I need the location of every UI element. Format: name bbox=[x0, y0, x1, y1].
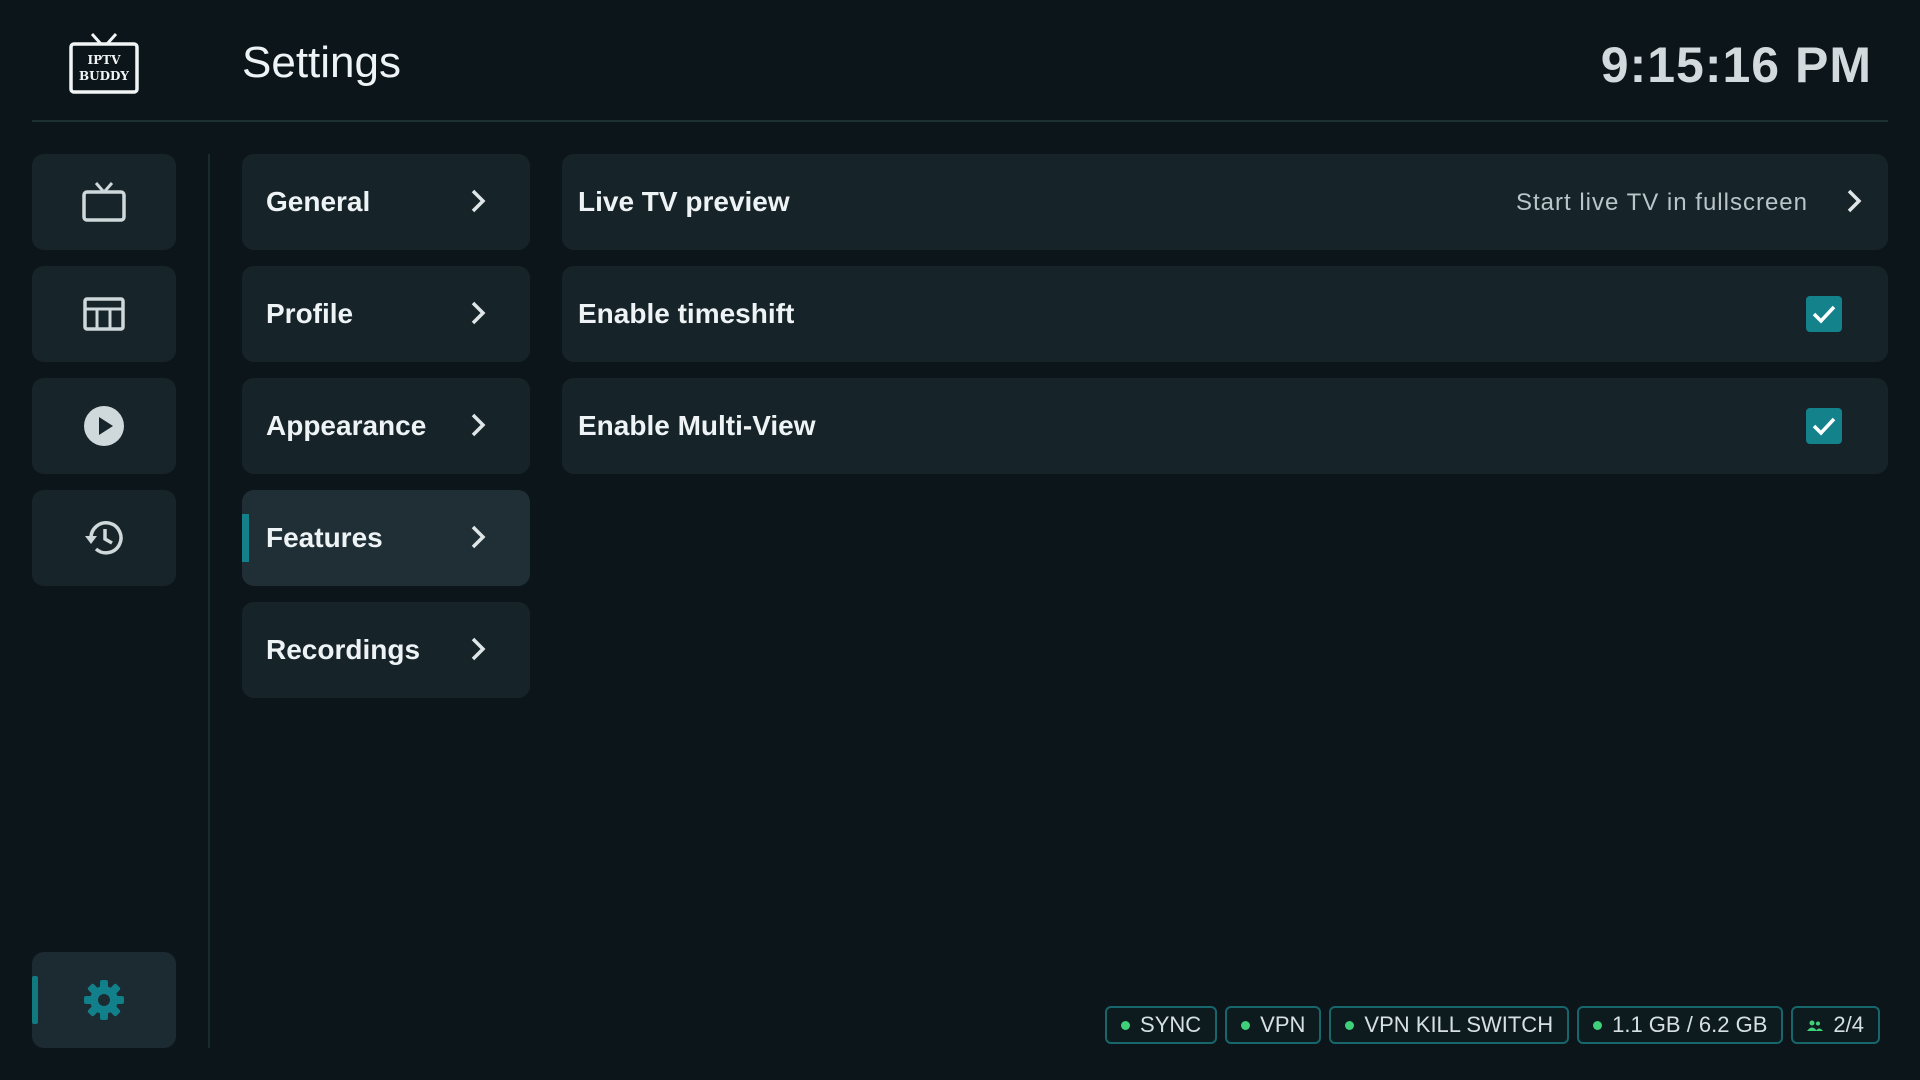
chevron-right-icon bbox=[468, 522, 488, 557]
status-storage-label: 1.1 GB / 6.2 GB bbox=[1612, 1012, 1768, 1037]
status-dot bbox=[1593, 1020, 1603, 1030]
status-bar: SYNC VPN VPN KILL SWITCH 1.1 GB / 6.2 GB… bbox=[1105, 1006, 1880, 1044]
category-label: Features bbox=[266, 522, 383, 553]
check-icon bbox=[1812, 417, 1836, 436]
header-divider bbox=[32, 120, 1888, 122]
setting-enable-multi-view[interactable]: Enable Multi-View bbox=[562, 378, 1888, 474]
clock: 9:15:16 PM bbox=[1600, 37, 1872, 93]
svg-text:BUDDY: BUDDY bbox=[79, 69, 129, 83]
users-icon bbox=[1807, 1012, 1824, 1038]
nav-settings-button[interactable] bbox=[32, 952, 176, 1048]
tv-icon bbox=[80, 180, 128, 224]
nav-live-tv-button[interactable] bbox=[32, 154, 176, 250]
status-users: 2/4 bbox=[1791, 1006, 1880, 1044]
rail-divider bbox=[208, 154, 210, 1048]
chevron-right-icon bbox=[1844, 186, 1864, 221]
multi-view-checkbox[interactable] bbox=[1806, 408, 1842, 444]
status-storage: 1.1 GB / 6.2 GB bbox=[1577, 1006, 1784, 1044]
timeshift-checkbox[interactable] bbox=[1806, 296, 1842, 332]
category-label: Profile bbox=[266, 298, 354, 329]
category-appearance[interactable]: Appearance bbox=[242, 378, 530, 474]
chevron-right-icon bbox=[468, 634, 488, 669]
check-icon bbox=[1812, 305, 1836, 324]
nav-vod-button[interactable] bbox=[32, 378, 176, 474]
category-label: Recordings bbox=[266, 634, 421, 665]
setting-title: Enable Multi-View bbox=[578, 410, 816, 441]
guide-grid-icon bbox=[82, 296, 126, 332]
page-title: Settings bbox=[242, 38, 401, 87]
nav-history-button[interactable] bbox=[32, 490, 176, 586]
category-recordings[interactable]: Recordings bbox=[242, 602, 530, 698]
play-icon bbox=[82, 404, 126, 448]
setting-title: Live TV preview bbox=[578, 186, 790, 217]
selected-indicator bbox=[242, 514, 249, 562]
iptv-buddy-logo: IPTV BUDDY bbox=[68, 30, 140, 98]
svg-text:IPTV: IPTV bbox=[88, 53, 122, 67]
setting-value: Start live TV in fullscreen bbox=[1516, 189, 1808, 216]
category-general[interactable]: General bbox=[242, 154, 530, 250]
header: IPTV BUDDY Settings 9:15:16 PM bbox=[0, 0, 1920, 122]
gear-icon bbox=[82, 978, 126, 1022]
category-profile[interactable]: Profile bbox=[242, 266, 530, 362]
status-users-label: 2/4 bbox=[1833, 1012, 1864, 1037]
category-features[interactable]: Features bbox=[242, 490, 530, 586]
active-indicator bbox=[32, 976, 38, 1024]
status-vpn: VPN bbox=[1225, 1006, 1322, 1044]
setting-enable-timeshift[interactable]: Enable timeshift bbox=[562, 266, 1888, 362]
setting-live-tv-preview[interactable]: Live TV preview Start live TV in fullscr… bbox=[562, 154, 1888, 250]
status-vpn-label: VPN bbox=[1260, 1012, 1306, 1037]
category-label: General bbox=[266, 186, 371, 217]
category-label: Appearance bbox=[266, 410, 427, 441]
status-dot bbox=[1241, 1020, 1251, 1030]
status-kill-switch-label: VPN KILL SWITCH bbox=[1364, 1012, 1554, 1037]
status-sync-label: SYNC bbox=[1140, 1012, 1202, 1037]
chevron-right-icon bbox=[468, 186, 488, 221]
status-dot bbox=[1345, 1020, 1355, 1030]
status-sync: SYNC bbox=[1105, 1006, 1218, 1044]
status-vpn-kill-switch: VPN KILL SWITCH bbox=[1329, 1006, 1570, 1044]
nav-guide-button[interactable] bbox=[32, 266, 176, 362]
chevron-right-icon bbox=[468, 298, 488, 333]
status-dot bbox=[1121, 1020, 1131, 1030]
history-icon bbox=[82, 516, 126, 560]
chevron-right-icon bbox=[468, 410, 488, 445]
setting-title: Enable timeshift bbox=[578, 298, 795, 329]
